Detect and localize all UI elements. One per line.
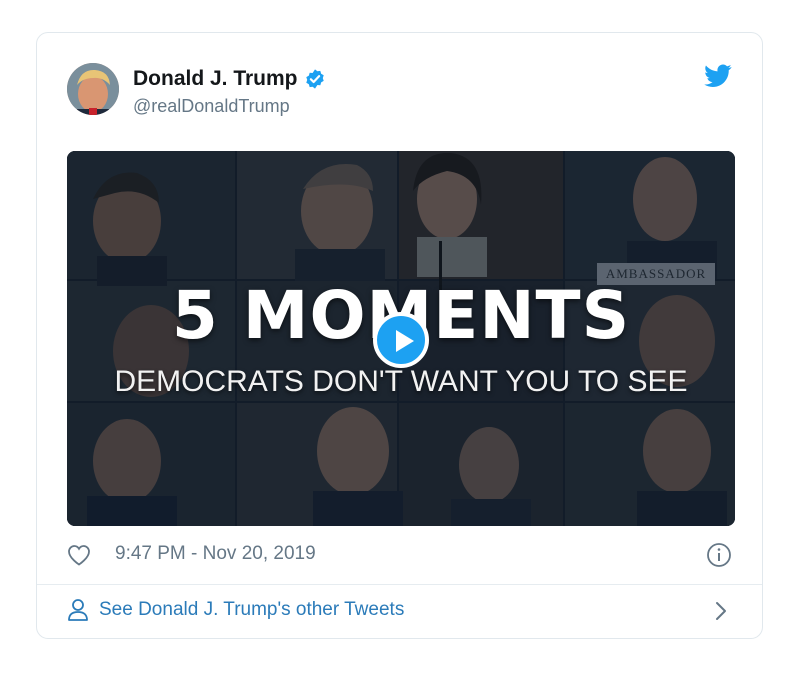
verified-badge-icon <box>305 69 324 89</box>
other-tweets-label[interactable]: See Donald J. Trump's other Tweets <box>99 599 404 621</box>
divider <box>37 584 762 585</box>
display-name[interactable]: Donald J. Trump <box>133 67 298 91</box>
heart-icon[interactable] <box>67 544 91 566</box>
avatar[interactable] <box>67 63 119 115</box>
video-subheadline: DEMOCRATS DON'T WANT YOU TO SEE <box>114 365 688 398</box>
tweet-card: Donald J. Trump @realDonaldTrump AMBASSA… <box>36 32 763 639</box>
twitter-bird-icon[interactable] <box>704 63 732 89</box>
tweet-meta: 9:47 PM - Nov 20, 2019 <box>67 541 732 571</box>
video-thumbnail[interactable]: AMBASSADOR 5 MOMENTS DEMOCRATS DON'T WAN… <box>67 151 735 526</box>
play-button[interactable] <box>373 312 429 368</box>
info-icon[interactable] <box>706 542 732 568</box>
play-icon <box>396 330 414 352</box>
user-handle[interactable]: @realDonaldTrump <box>133 96 290 117</box>
other-tweets-link[interactable]: See Donald J. Trump's other Tweets <box>67 596 732 626</box>
tweet-timestamp[interactable]: 9:47 PM - Nov 20, 2019 <box>115 543 316 565</box>
chevron-right-icon[interactable] <box>714 600 728 622</box>
person-icon <box>68 599 88 621</box>
tweet-header: Donald J. Trump @realDonaldTrump <box>67 63 732 119</box>
